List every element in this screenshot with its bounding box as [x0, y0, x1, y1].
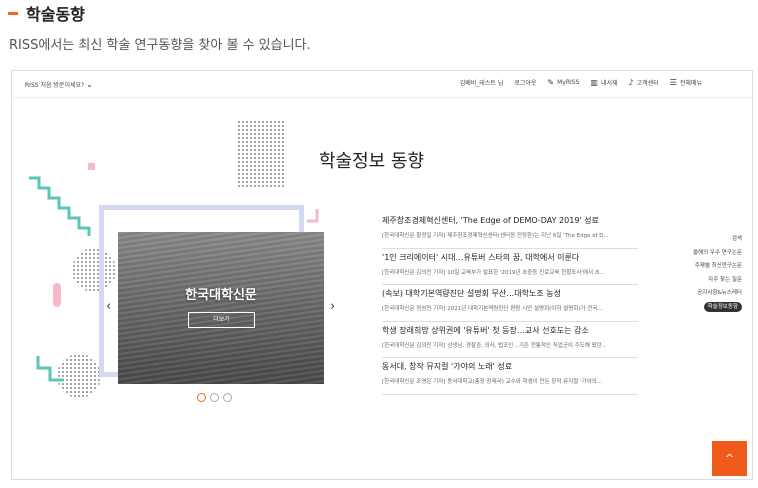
teal-zigzag-decoration: [29, 176, 91, 236]
support-link[interactable]: ♪ 고객센터: [629, 78, 659, 87]
news-item[interactable]: 제주창조경제혁신센터, 'The Edge of DEMO-DAY 2019' …: [382, 212, 638, 249]
news-description: [한국대학신문 조영은 기자] 동서대학교(총장 장제국) 교수와 학생이 만든…: [382, 379, 603, 385]
user-name-label: 김배비_테스트 님: [459, 80, 504, 87]
scroll-top-button[interactable]: ^: [712, 441, 747, 476]
carousel-dot[interactable]: [210, 393, 219, 402]
pink-corner-decoration: [307, 209, 319, 223]
quick-menu-item-notice[interactable]: 공지사항&뉴스레터: [693, 287, 742, 301]
dot-pattern-rect: [237, 120, 285, 188]
pink-pill-decoration: [53, 283, 61, 307]
page-title: 학술정보 동향: [319, 151, 425, 172]
news-description: [한국대학신문 김의진 기자] 10일 교육부가 발표한 '2019년 초중등 …: [382, 269, 606, 276]
news-item[interactable]: (속보) 대학기본역량진단 설명회 무산…대학노조 농성 [한국대학신문 정성민…: [382, 285, 638, 322]
more-button[interactable]: 더보기: [188, 312, 255, 328]
myriss-link[interactable]: ✎ MyRISS: [547, 77, 580, 87]
news-headline[interactable]: 동서대, 창작 뮤지컬 '가야의 노래' 성료: [382, 361, 638, 372]
newspaper-image: [118, 232, 324, 384]
news-list: 제주창조경제혁신센터, 'The Edge of DEMO-DAY 2019' …: [382, 212, 638, 395]
slide-title: 한국대학신문: [185, 288, 257, 303]
first-visit-link[interactable]: RISS 처음 방문이세요? ⌄: [25, 80, 93, 90]
quick-menu-item-search[interactable]: 검색: [693, 233, 742, 247]
carousel-slide[interactable]: 한국대학신문 더보기: [118, 232, 324, 384]
chevron-up-icon: ^: [724, 452, 735, 465]
library-icon: ▥: [590, 77, 598, 87]
carousel-prev-button[interactable]: ‹: [106, 299, 111, 314]
quick-menu-item-best-papers[interactable]: 올해의 우수 연구논문: [693, 247, 742, 261]
news-headline[interactable]: 제주창조경제혁신센터, 'The Edge of DEMO-DAY 2019' …: [382, 215, 638, 226]
hamburger-icon: ☰: [669, 77, 677, 87]
user-name: 김배비_테스트 님: [460, 78, 504, 87]
quick-menu: 검색 올해의 우수 연구논문 주제별 최신연구논문 자주 찾는 질문 공지사항&…: [693, 233, 742, 314]
news-headline[interactable]: 학생 장래희망 상위권에 '유튜버' 첫 등장…교사 선호도는 감소: [382, 325, 638, 336]
mic-icon: ♪: [628, 77, 634, 87]
news-description: [한국대학신문 황정일 기자] 제주창조경제혁신센터(센터장 전정환)는 지난 …: [382, 233, 609, 239]
pink-square-decoration: [88, 163, 95, 170]
myriss-label: MyRISS: [557, 79, 580, 86]
news-item[interactable]: '1인 크리에이터' 시대…유튜버 스타의 꿈, 대학에서 이룬다 [한국대학신…: [382, 249, 638, 285]
quick-menu-item-topic-papers[interactable]: 주제별 최신연구논문: [693, 260, 742, 274]
carousel-dot[interactable]: [197, 393, 206, 402]
logout-label: 로그아웃: [514, 80, 537, 87]
pencil-icon: ✎: [547, 77, 555, 87]
news-description: [한국대학신문 김의진 기자] 선생님, 경찰관, 의사, 법조인…기존 전통적…: [382, 342, 607, 349]
carousel-pagination: [197, 393, 232, 402]
news-headline[interactable]: '1인 크리에이터' 시대…유튜버 스타의 꿈, 대학에서 이룬다: [382, 252, 638, 263]
news-item[interactable]: 학생 장래희망 상위권에 '유튜버' 첫 등장…교사 선호도는 감소 [한국대학…: [382, 322, 638, 358]
carousel-dot[interactable]: [223, 393, 232, 402]
top-navigation: RISS 처음 방문이세요? ⌄ 김배비_테스트 님 로그아웃 ✎ MyRISS …: [12, 71, 752, 98]
top-menu: 김배비_테스트 님 로그아웃 ✎ MyRISS ▥ 내서재 ♪ 고객센터 ☰ 전체메뉴: [460, 78, 702, 87]
section-title: 학술동향: [26, 5, 85, 24]
quick-menu-item-trends[interactable]: 학술정보동향: [703, 301, 742, 312]
all-menu-link[interactable]: ☰ 전체메뉴: [670, 78, 702, 87]
page: 학술동향 RISS에서는 최신 학술 연구동향을 찾아 볼 수 있습니다. RI…: [0, 0, 758, 488]
news-headline[interactable]: (속보) 대학기본역량진단 설명회 무산…대학노조 농성: [382, 288, 638, 299]
library-link[interactable]: ▥ 내서재: [590, 78, 617, 87]
section-header: 학술동향: [8, 2, 85, 24]
all-menu-label: 전체메뉴: [679, 80, 702, 87]
teal-step-decoration: [36, 356, 64, 382]
quick-menu-item-faq[interactable]: 자주 찾는 질문: [693, 274, 742, 288]
library-label: 내서재: [600, 80, 618, 87]
news-description: [한국대학신문 정성민 기자] 2021년 대학기본역량진단 편람 시안 설명회…: [382, 306, 603, 312]
carousel-next-button[interactable]: ›: [330, 299, 335, 314]
support-label: 고객센터: [636, 80, 659, 87]
news-item[interactable]: 동서대, 창작 뮤지컬 '가야의 노래' 성료 [한국대학신문 조영은 기자] …: [382, 358, 638, 395]
screenshot-frame: RISS 처음 방문이세요? ⌄ 김배비_테스트 님 로그아웃 ✎ MyRISS …: [11, 70, 753, 480]
section-subtitle: RISS에서는 최신 학술 연구동향을 찾아 볼 수 있습니다.: [9, 38, 311, 53]
chevron-down-icon: ⌄: [86, 80, 93, 89]
logout-link[interactable]: 로그아웃: [514, 78, 536, 87]
first-visit-label: RISS 처음 방문이세요?: [25, 82, 85, 89]
accent-bar: [8, 11, 18, 15]
